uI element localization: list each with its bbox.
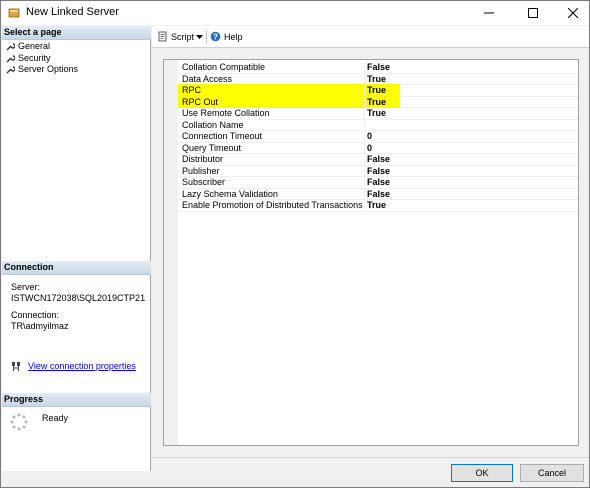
maximize-button[interactable] (513, 1, 553, 25)
option-row[interactable]: Connection Timeout 0 (178, 131, 578, 143)
toolbar: Script ? Help (152, 26, 589, 48)
help-button[interactable]: ? Help (210, 31, 243, 43)
option-row[interactable]: Distributor False (178, 154, 578, 166)
connection-label: Connection: (11, 310, 60, 320)
progress-status: Ready (42, 413, 69, 423)
ok-button[interactable]: OK (451, 464, 513, 482)
option-value[interactable]: True (367, 85, 386, 96)
option-row[interactable]: Subscriber False (178, 177, 578, 189)
option-row[interactable]: RPC Out True (178, 95, 578, 108)
connection-properties-icon (12, 362, 20, 371)
page-item-general[interactable]: General (4, 41, 149, 53)
option-name: Connection Timeout (182, 131, 365, 142)
option-name: Query Timeout (182, 142, 365, 154)
minimize-icon (484, 12, 494, 14)
connection-value: TR\admyilmaz (11, 321, 69, 331)
caret-down-icon (196, 35, 203, 39)
server-options-grid: Collation Compatible False Data Access True… (163, 59, 579, 446)
option-name: RPC (182, 85, 365, 96)
option-value[interactable]: True (367, 200, 386, 211)
left-pane: Select a page General Security Server Op… (2, 26, 151, 471)
page-item-server-options[interactable]: Server Options (4, 64, 149, 76)
new-linked-server-dialog: New Linked Server Select a page General … (0, 0, 590, 488)
option-name: Distributor (182, 154, 365, 165)
close-icon (568, 8, 578, 18)
title-bar: New Linked Server (1, 1, 589, 25)
wrench-icon (6, 66, 15, 74)
page-item-label: General (18, 41, 51, 51)
option-row[interactable]: Query Timeout 0 (178, 142, 578, 154)
server-value: ISTWCN172038\SQL2019CTP21 (11, 293, 146, 303)
script-dropdown[interactable] (196, 31, 203, 43)
page-list: General Security Server Options (4, 41, 149, 76)
maximize-icon (528, 8, 538, 18)
option-row[interactable]: Collation Name (178, 119, 578, 131)
option-value[interactable]: True (367, 97, 386, 108)
toolbar-separator (206, 30, 207, 44)
option-name: Use Remote Collation (182, 108, 365, 119)
page-item-security[interactable]: Security (4, 53, 149, 65)
option-name: Subscriber (182, 177, 365, 188)
page-item-label: Security (18, 52, 51, 63)
option-row[interactable]: Enable Promotion of Distributed Transact… (178, 200, 578, 212)
window-title: New Linked Server (26, 6, 119, 18)
option-value[interactable]: True (367, 108, 386, 119)
option-name: Data Access (182, 73, 365, 85)
minimize-button[interactable] (469, 1, 509, 25)
wrench-icon (6, 54, 15, 62)
cancel-button[interactable]: Cancel (520, 464, 584, 482)
connection-header: Connection (2, 261, 151, 275)
svg-text:?: ? (213, 32, 218, 41)
database-server-icon (8, 8, 20, 18)
grid-margin (164, 60, 178, 445)
option-name: Collation Compatible (182, 62, 365, 73)
option-name: Enable Promotion of Distributed Transact… (182, 200, 365, 211)
option-row[interactable]: Use Remote Collation True (178, 108, 578, 120)
option-value[interactable]: False (367, 62, 390, 73)
view-connection-link[interactable]: View connection properties (28, 361, 136, 371)
script-label: Script (171, 32, 195, 42)
progress-header: Progress (2, 393, 151, 407)
progress-spinner-icon (10, 413, 28, 431)
option-value[interactable]: 0 (367, 131, 372, 142)
option-name: Collation Name (182, 119, 365, 131)
wrench-icon (6, 43, 15, 51)
option-row[interactable]: Lazy Schema Validation False (178, 188, 578, 200)
option-row[interactable]: Publisher False (178, 165, 578, 177)
option-value[interactable]: True (367, 74, 386, 85)
option-row[interactable]: Collation Compatible False (178, 62, 578, 74)
page-item-label: Server Options (18, 64, 79, 74)
option-value[interactable]: False (367, 154, 390, 165)
option-value[interactable]: False (367, 189, 390, 200)
select-page-header: Select a page (2, 26, 151, 40)
option-name: RPC Out (182, 96, 365, 108)
option-value[interactable]: False (367, 166, 390, 177)
script-icon (158, 31, 167, 42)
close-button[interactable] (553, 1, 590, 25)
server-label: Server: (11, 282, 41, 292)
help-icon: ? (210, 31, 221, 42)
option-name: Publisher (182, 165, 365, 177)
option-value[interactable]: 0 (367, 143, 372, 154)
script-button[interactable]: Script (157, 31, 194, 43)
option-value[interactable]: False (367, 177, 390, 188)
help-label: Help (224, 32, 243, 42)
option-name: Lazy Schema Validation (182, 188, 365, 200)
